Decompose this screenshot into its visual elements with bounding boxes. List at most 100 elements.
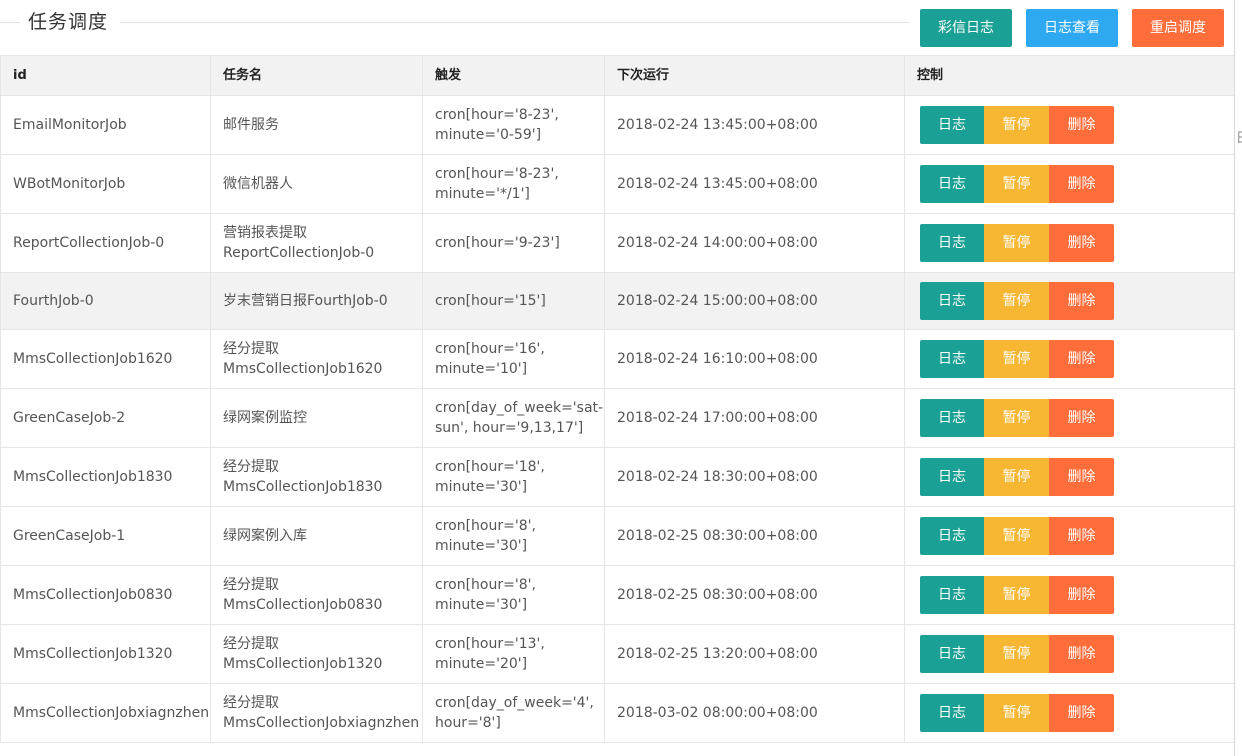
job-id-cell: ReportCollectionJob-0 <box>0 213 211 273</box>
fieldset-line-left <box>0 22 20 23</box>
job-log-button[interactable]: 日志 <box>920 165 984 203</box>
job-action-group: 日志 暂停 删除 <box>920 106 1219 144</box>
job-next-run-cell: 2018-02-24 18:30:00+08:00 <box>604 447 905 507</box>
job-delete-button[interactable]: 删除 <box>1049 399 1114 437</box>
job-pause-button[interactable]: 暂停 <box>984 106 1049 144</box>
job-log-button[interactable]: 日志 <box>920 458 984 496</box>
job-table: id 任务名 触发 下次运行 控制 EmailMonitorJob 邮件服务 cro… <box>0 55 1235 743</box>
job-trigger-cell: cron[hour='18', minute='30'] <box>422 447 605 507</box>
job-log-button[interactable]: 日志 <box>920 282 984 320</box>
job-id-cell: FourthJob-0 <box>0 272 211 330</box>
column-header-id: id <box>0 55 211 96</box>
job-name-cell: 岁末营销日报FourthJob-0 <box>210 272 423 330</box>
job-pause-button[interactable]: 暂停 <box>984 282 1049 320</box>
job-id-cell: MmsCollectionJob1320 <box>0 624 211 684</box>
job-delete-button[interactable]: 删除 <box>1049 635 1114 673</box>
job-trigger-cell: cron[hour='8-23', minute='0-59'] <box>422 95 605 155</box>
job-id-cell: EmailMonitorJob <box>0 95 211 155</box>
job-log-button[interactable]: 日志 <box>920 224 984 262</box>
job-pause-button[interactable]: 暂停 <box>984 340 1049 378</box>
job-next-run-cell: 2018-02-24 17:00:00+08:00 <box>604 388 905 448</box>
job-table-container: id 任务名 触发 下次运行 控制 EmailMonitorJob 邮件服务 cro… <box>0 55 1235 743</box>
edge-grid-icon: 田 <box>1237 131 1242 147</box>
table-row: EmailMonitorJob 邮件服务 cron[hour='8-23', min… <box>0 95 1235 155</box>
mms-log-button[interactable]: 彩信日志 <box>920 9 1012 47</box>
table-row: GreenCaseJob-1 绿网案例入库 cron[hour='8', minut… <box>0 506 1235 566</box>
job-control-cell: 日志 暂停 删除 <box>904 95 1235 155</box>
job-delete-button[interactable]: 删除 <box>1049 165 1114 203</box>
job-pause-button[interactable]: 暂停 <box>984 399 1049 437</box>
job-next-run-cell: 2018-02-24 13:45:00+08:00 <box>604 154 905 214</box>
job-name-cell: 营销报表提取ReportCollectionJob-0 <box>210 213 423 273</box>
column-header-trigger: 触发 <box>422 55 605 96</box>
job-name-cell: 经分提取MmsCollectionJob1830 <box>210 447 423 507</box>
job-pause-button[interactable]: 暂停 <box>984 576 1049 614</box>
job-next-run-cell: 2018-02-24 13:45:00+08:00 <box>604 95 905 155</box>
job-name-cell: 经分提取MmsCollectionJob0830 <box>210 565 423 625</box>
job-next-run-cell: 2018-03-02 08:00:00+08:00 <box>604 683 905 743</box>
job-delete-button[interactable]: 删除 <box>1049 106 1114 144</box>
job-pause-button[interactable]: 暂停 <box>984 694 1049 732</box>
table-row: FourthJob-0 岁末营销日报FourthJob-0 cron[hour='1… <box>0 272 1235 330</box>
fieldset-line-right <box>120 22 910 23</box>
job-next-run-cell: 2018-02-24 14:00:00+08:00 <box>604 213 905 273</box>
table-row: ReportCollectionJob-0 营销报表提取ReportCollect… <box>0 213 1235 273</box>
job-delete-button[interactable]: 删除 <box>1049 340 1114 378</box>
job-name-cell: 邮件服务 <box>210 95 423 155</box>
job-control-cell: 日志 暂停 删除 <box>904 272 1235 330</box>
job-delete-button[interactable]: 删除 <box>1049 458 1114 496</box>
page-title: 任务调度 <box>28 11 109 33</box>
job-name-cell: 微信机器人 <box>210 154 423 214</box>
view-log-button[interactable]: 日志查看 <box>1026 9 1118 47</box>
column-header-next-run: 下次运行 <box>604 55 905 96</box>
job-name-cell: 绿网案例监控 <box>210 388 423 448</box>
job-next-run-cell: 2018-02-25 08:30:00+08:00 <box>604 565 905 625</box>
table-row: MmsCollectionJob0830 经分提取MmsCollectionJob… <box>0 565 1235 625</box>
job-id-cell: MmsCollectionJob0830 <box>0 565 211 625</box>
job-delete-button[interactable]: 删除 <box>1049 282 1114 320</box>
job-pause-button[interactable]: 暂停 <box>984 224 1049 262</box>
job-name-cell: 经分提取MmsCollectionJob1320 <box>210 624 423 684</box>
job-next-run-cell: 2018-02-24 16:10:00+08:00 <box>604 329 905 389</box>
job-id-cell: GreenCaseJob-1 <box>0 506 211 566</box>
job-log-button[interactable]: 日志 <box>920 399 984 437</box>
job-action-group: 日志 暂停 删除 <box>920 282 1219 320</box>
job-control-cell: 日志 暂停 删除 <box>904 154 1235 214</box>
job-trigger-cell: cron[hour='15'] <box>422 272 605 330</box>
job-log-button[interactable]: 日志 <box>920 517 984 555</box>
job-trigger-cell: cron[day_of_week='4', hour='8'] <box>422 683 605 743</box>
job-control-cell: 日志 暂停 删除 <box>904 447 1235 507</box>
job-log-button[interactable]: 日志 <box>920 340 984 378</box>
job-name-cell: 经分提取MmsCollectionJob1620 <box>210 329 423 389</box>
table-row: WBotMonitorJob 微信机器人 cron[hour='8-23', min… <box>0 154 1235 214</box>
job-action-group: 日志 暂停 删除 <box>920 458 1219 496</box>
job-trigger-cell: cron[hour='13', minute='20'] <box>422 624 605 684</box>
job-delete-button[interactable]: 删除 <box>1049 694 1114 732</box>
job-pause-button[interactable]: 暂停 <box>984 165 1049 203</box>
restart-scheduler-button[interactable]: 重启调度 <box>1132 9 1224 47</box>
job-pause-button[interactable]: 暂停 <box>984 458 1049 496</box>
job-trigger-cell: cron[day_of_week='sat-sun', hour='9,13,1… <box>422 388 605 448</box>
job-trigger-cell: cron[hour='16', minute='10'] <box>422 329 605 389</box>
job-control-cell: 日志 暂停 删除 <box>904 213 1235 273</box>
job-action-group: 日志 暂停 删除 <box>920 340 1219 378</box>
job-log-button[interactable]: 日志 <box>920 106 984 144</box>
job-log-button[interactable]: 日志 <box>920 635 984 673</box>
job-trigger-cell: cron[hour='8-23', minute='*/1'] <box>422 154 605 214</box>
right-edge-divider <box>1234 0 1235 756</box>
job-delete-button[interactable]: 删除 <box>1049 576 1114 614</box>
job-pause-button[interactable]: 暂停 <box>984 635 1049 673</box>
table-row: MmsCollectionJob1620 经分提取MmsCollectionJob… <box>0 329 1235 389</box>
job-log-button[interactable]: 日志 <box>920 576 984 614</box>
table-row: MmsCollectionJob1830 经分提取MmsCollectionJob… <box>0 447 1235 507</box>
job-control-cell: 日志 暂停 删除 <box>904 329 1235 389</box>
job-trigger-cell: cron[hour='8', minute='30'] <box>422 506 605 566</box>
column-header-name: 任务名 <box>210 55 423 96</box>
job-name-cell: 绿网案例入库 <box>210 506 423 566</box>
job-trigger-cell: cron[hour='9-23'] <box>422 213 605 273</box>
job-delete-button[interactable]: 删除 <box>1049 224 1114 262</box>
table-row: MmsCollectionJobxiagnzhen 经分提取MmsCollecti… <box>0 683 1235 743</box>
job-delete-button[interactable]: 删除 <box>1049 517 1114 555</box>
job-log-button[interactable]: 日志 <box>920 694 984 732</box>
job-pause-button[interactable]: 暂停 <box>984 517 1049 555</box>
